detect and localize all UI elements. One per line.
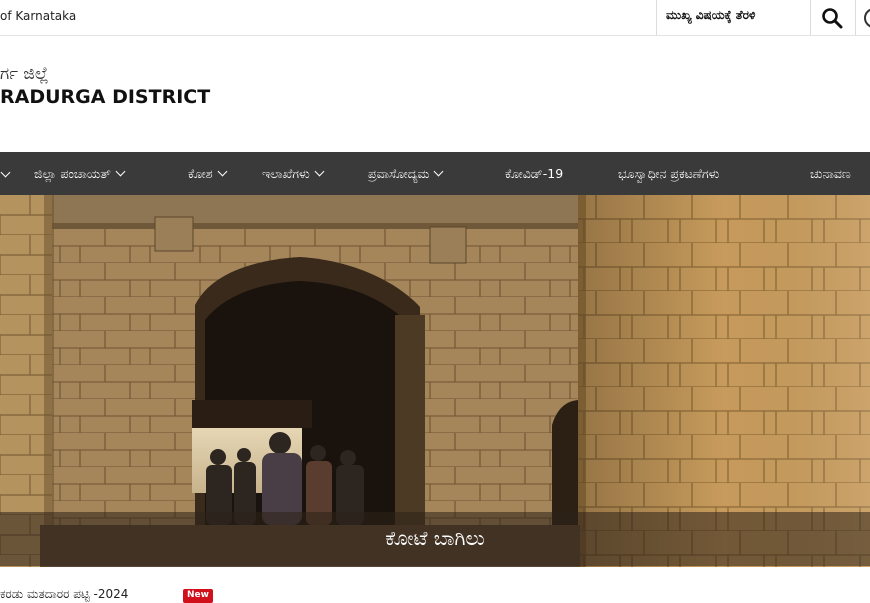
top-divider xyxy=(656,0,657,35)
chevron-down-icon xyxy=(115,166,126,177)
top-bar: of Karnataka ಮುಖ್ಯ ವಿಷಯಕ್ಕೆ ತೆರಳಿ xyxy=(0,0,870,36)
nav-item-label: ಇಲಾಖೆಗಳು xyxy=(262,166,310,181)
skip-to-main-content-link[interactable]: ಮುಖ್ಯ ವಿಷಯಕ್ಕೆ ತೆರಳಿ xyxy=(666,8,755,23)
chevron-down-icon xyxy=(433,166,444,177)
nav-item-covid19[interactable]: ಕೋವಿಡ್-19 xyxy=(505,152,563,195)
chevron-down-icon xyxy=(217,166,228,177)
search-button[interactable] xyxy=(820,6,844,30)
search-icon xyxy=(822,8,843,29)
nav-item-label: ಕೋವಿಡ್-19 xyxy=(505,166,564,181)
nav-item-label: ಜಿಲ್ಲಾ ಪಂಚಾಯತ್ xyxy=(34,166,111,181)
main-navigation: ಜಿಲ್ಲಾ ಪಂಚಾಯತ್ ಕೋಶ ಇಲಾಖೆಗಳು ಪ್ರವಾಸೋದ್ಯಮ … xyxy=(0,152,870,195)
government-text: of Karnataka xyxy=(0,9,77,23)
nav-item-label: ಪ್ರವಾಸೋದ್ಯಮ xyxy=(368,166,430,181)
nav-item-land-acquisition[interactable]: ಭೂಸ್ವಾಧೀನ ಪ್ರಕಟಣೆಗಳು xyxy=(618,152,719,195)
new-badge: New xyxy=(183,589,213,603)
site-title-english: RADURGA DISTRICT xyxy=(0,86,211,108)
accessibility-icon[interactable] xyxy=(864,8,870,28)
chevron-down-icon xyxy=(314,166,325,177)
hero-carousel[interactable]: ಕೋಟೆ ಬಾಗಿಲು xyxy=(0,195,870,567)
chevron-down-icon[interactable] xyxy=(0,167,11,178)
nav-item-label: ಭೂಸ್ವಾಧೀನ ಪ್ರಕಟಣೆಗಳು xyxy=(618,166,720,181)
nav-item-elections[interactable]: ಚುನಾವಣ xyxy=(810,152,851,195)
nav-item-departments[interactable]: ಇಲಾಖೆಗಳು xyxy=(262,152,325,195)
carousel-caption-bar: ಕೋಟೆ ಬಾಗಿಲು xyxy=(0,512,870,566)
carousel-caption: ಕೋಟೆ ಬಾಗಿಲು xyxy=(385,526,485,550)
nav-item-zilla-panchayat[interactable]: ಜಿಲ್ಲಾ ಪಂಚಾಯತ್ xyxy=(34,152,126,195)
nav-item-label: ಚುನಾವಣ xyxy=(810,166,851,181)
nav-item-kosha[interactable]: ಕೋಶ xyxy=(188,152,228,195)
nav-item-tourism[interactable]: ಪ್ರವಾಸೋದ್ಯಮ xyxy=(368,152,444,195)
top-divider xyxy=(855,0,856,35)
site-title-kannada: ರ್ಗ ಜಿಲ್ಲೆ xyxy=(0,64,49,84)
top-divider xyxy=(810,0,811,35)
nav-item-label: ಕೋಶ xyxy=(188,166,213,181)
